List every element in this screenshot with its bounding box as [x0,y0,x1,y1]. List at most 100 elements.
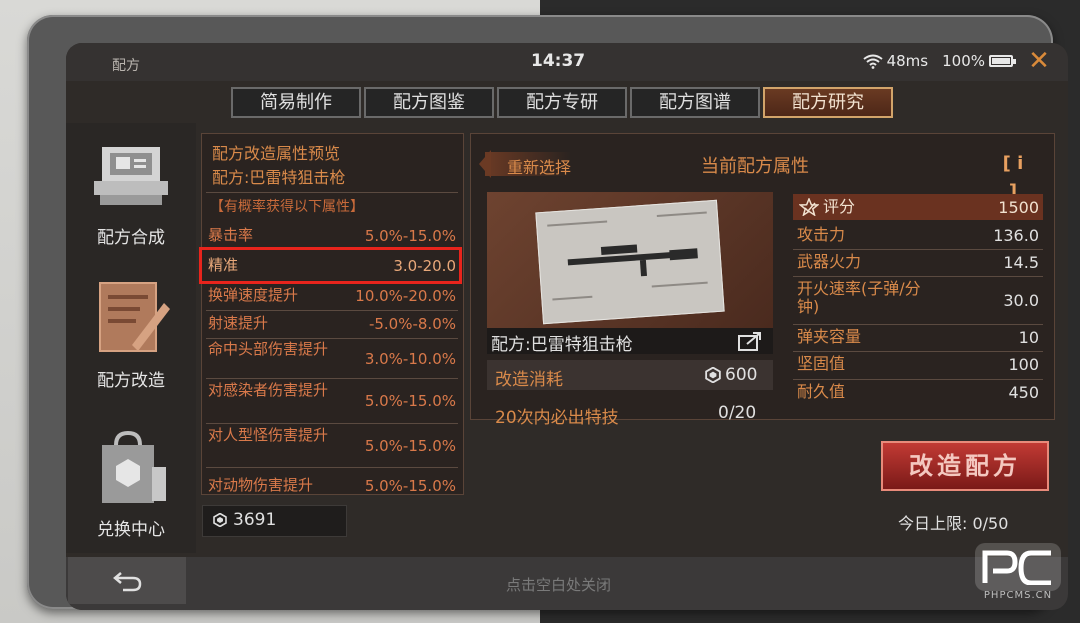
tab-recipe-research[interactable]: 配方研究 [763,87,893,118]
back-arrow-icon [113,572,142,592]
close-hint: 点击空白处关闭 [506,576,612,594]
sidebar-label-exchange-center: 兑换中心 [97,520,165,540]
watermark-box [975,543,1061,591]
attribute-name: 换弹速度提升 [208,286,299,304]
stat-name: 坚固值 [797,354,846,373]
sidebar-item-exchange-center[interactable]: 兑换中心 [66,419,196,559]
stat-row: 攻击力 136.0 [793,222,1043,250]
battery-percent: 100% [942,52,985,70]
app-title: 配方 [112,58,140,74]
ping-value: 48ms [886,52,929,70]
stat-value: 450 [1008,383,1039,402]
attribute-value: -5.0%-8.0% [368,315,456,333]
stat-value: 136.0 [993,226,1039,245]
hexagon-coin-icon [213,513,227,527]
device-frame: 配方 14:37 48ms 100% ✕ 简易制作 配方图鉴 配方专研 配方图谱… [27,15,1068,610]
stat-row: 耐久值 450 [793,379,1043,407]
attribute-row: 命中头部伤害提升 3.0%-10.0% [206,338,458,379]
sidebar-label-recipe-synthesis: 配方合成 [97,228,165,248]
preview-title: 配方改造属性预览 [212,144,341,163]
stat-name: 武器火力 [797,252,862,271]
attribute-name: 命中头部伤害提升 [208,340,329,358]
guarantee-value: 0/20 [718,403,757,423]
stat-row: 弹夹容量 10 [793,324,1043,352]
blueprint-paper [535,199,725,325]
stat-value: 100 [1008,355,1039,374]
info-button[interactable]: [ i ] [998,150,1028,202]
tab-recipe-study[interactable]: 配方专研 [497,87,627,118]
attribute-value: 10.0%-20.0% [355,287,456,305]
game-screen: 配方 14:37 48ms 100% ✕ 简易制作 配方图鉴 配方专研 配方图谱… [66,43,1068,610]
attribute-row: 射速提升 -5.0%-8.0% [206,310,458,339]
guarantee-label: 20次内必出特技 [495,408,619,428]
stat-row-score: 评分 1500 [793,194,1043,220]
stat-name: 评分 [823,197,856,216]
status-indicators: 48ms 100% [862,52,1016,70]
attribute-value: 5.0%-15.0% [364,477,456,495]
attribute-row: 对人型怪伤害提升 5.0%-15.0% [206,423,458,468]
tab-bar: 简易制作 配方图鉴 配方专研 配方图谱 配方研究 [231,87,893,118]
stat-value: 30.0 [1003,291,1039,310]
recipe-name: 配方:巴雷特狙击枪 [491,335,633,355]
stat-value: 14.5 [1003,253,1039,272]
stat-name: 耐久值 [797,382,846,401]
attribute-name: 对动物伤害提升 [208,476,314,494]
cost-label: 改造消耗 [495,370,563,390]
attribute-row: 对感染者伤害提升 5.0%-15.0% [206,378,458,424]
tab-simple-craft[interactable]: 简易制作 [231,87,361,118]
attribute-name: 暴击率 [208,226,254,244]
hexagon-coin-icon [705,367,721,383]
attribute-name: 射速提升 [208,314,269,332]
reselect-button[interactable]: 重新选择 [507,154,571,178]
attribute-value: 5.0%-15.0% [364,227,456,245]
attribute-value: 3.0%-10.0% [364,350,456,368]
preview-recipe: 配方:巴雷特狙击枪 [212,168,346,187]
notepad-pen-icon [99,282,170,352]
stat-name: 弹夹容量 [797,327,862,346]
tab-recipe-catalog[interactable]: 配方图鉴 [364,87,494,118]
recipe-image [487,192,773,328]
stat-row: 开火速率(子弹/分钟) 30.0 [793,276,1043,325]
watermark-text: PHPCMS.CN [983,590,1053,601]
attribute-row: 暴击率 5.0%-15.0% [206,222,458,250]
daily-limit: 今日上限: 0/50 [898,514,1009,533]
sidebar-label-recipe-modify: 配方改造 [97,371,165,391]
stat-row: 武器火力 14.5 [793,249,1043,277]
sidebar-item-recipe-synthesis[interactable]: 配方合成 [66,123,196,263]
attribute-name: 对感染者伤害提升 [208,381,329,399]
attribute-value: 5.0%-15.0% [364,392,456,410]
stat-name: 攻击力 [797,225,846,244]
attribute-preview-panel: 配方改造属性预览 配方:巴雷特狙击枪 【有概率获得以下属性】 暴击率 5.0%-… [201,133,464,495]
currency-amount: 3691 [233,510,277,530]
wifi-icon [862,54,883,69]
stat-name: 开火速率(子弹/分钟) [797,279,921,316]
current-attributes-title: 当前配方属性 [701,156,809,177]
stat-row: 坚固值 100 [793,351,1043,380]
stat-value: 10 [1018,328,1039,347]
cost-value: 600 [725,365,758,385]
pc-logo-icon [982,550,1051,585]
currency-display: 3691 [202,505,347,537]
modify-recipe-button[interactable]: 改造配方 [881,441,1049,491]
watermark-logo: PHPCMS.CN [975,543,1061,605]
share-icon[interactable] [737,330,765,352]
clock: 14:37 [531,51,586,71]
attribute-name: 对人型怪伤害提升 [208,426,329,444]
stat-value: 1500 [998,198,1039,217]
attribute-row: 对动物伤害提升 5.0%-15.0% [206,467,458,495]
printer-icon [94,147,168,205]
shopping-bag-icon [102,431,166,503]
sidebar-item-recipe-modify[interactable]: 配方改造 [66,271,196,411]
attribute-row: 换弹速度提升 10.0%-20.0% [206,282,458,311]
star-rating-icon [799,198,819,216]
sidebar: 配方合成 配方改造 兑换中心 [66,123,196,553]
current-recipe-panel: 重新选择 当前配方属性 [ i ] 配方:巴雷特狙击枪 改造消耗 600 20次… [470,133,1055,428]
battery-icon [989,55,1016,67]
highlight-box [199,247,462,284]
preview-subtitle: 【有概率获得以下属性】 [210,199,364,215]
tab-recipe-atlas[interactable]: 配方图谱 [630,87,760,118]
close-icon[interactable]: ✕ [1024,46,1054,76]
back-button[interactable] [68,557,186,604]
attribute-value: 5.0%-15.0% [364,437,456,455]
status-bar: 配方 14:37 48ms 100% ✕ [66,43,1068,81]
